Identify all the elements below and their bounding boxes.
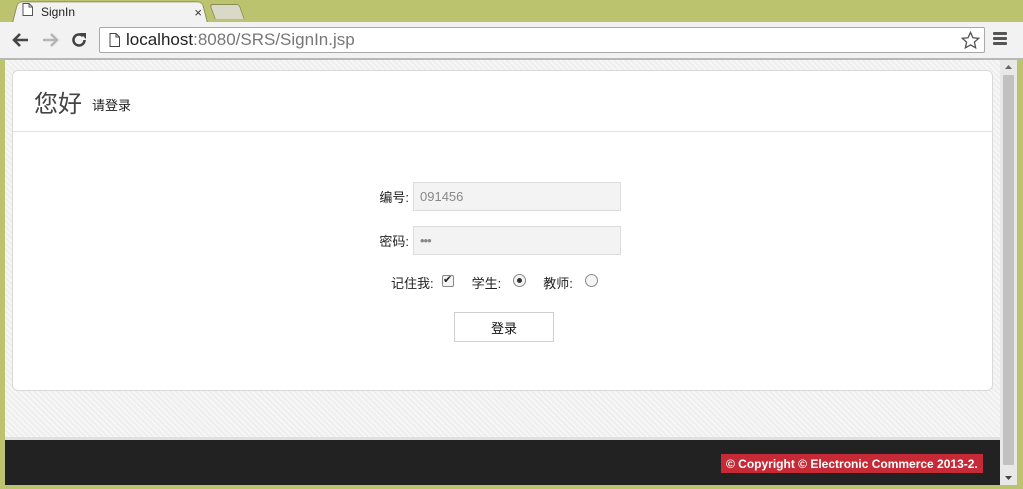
scroll-down-button[interactable] xyxy=(1000,471,1017,485)
forward-button[interactable] xyxy=(40,30,60,50)
back-arrow-icon xyxy=(12,33,28,47)
teacher-radio[interactable] xyxy=(584,274,598,287)
page-subtitle: 请登录 xyxy=(92,97,132,113)
checkmark-icon: ✔ xyxy=(443,274,453,286)
forward-arrow-icon xyxy=(43,33,59,47)
scroll-thumb[interactable] xyxy=(1003,75,1014,465)
student-label: 学生: xyxy=(471,276,502,291)
teacher-label: 教师: xyxy=(543,276,573,291)
back-button[interactable] xyxy=(11,30,31,50)
tab-strip: SignIn × xyxy=(0,0,1023,24)
id-input[interactable]: 091456 xyxy=(413,182,621,211)
close-tab-icon[interactable]: × xyxy=(194,6,202,19)
footer: © Copyright © Electronic Commerce 2013-2… xyxy=(5,437,1000,485)
url-path: :8080/SRS/SignIn.jsp xyxy=(193,30,355,49)
page-icon xyxy=(109,33,120,47)
login-panel: 您好 请登录 编号: 091456 密码: ••• 记住我: ✔ 学生: 教师:… xyxy=(12,70,993,391)
up-arrow-icon xyxy=(1005,65,1012,69)
login-button[interactable]: 登录 xyxy=(454,312,554,342)
scroll-up-button[interactable] xyxy=(1000,60,1017,74)
password-input[interactable]: ••• xyxy=(413,226,621,255)
password-label: 密码: xyxy=(379,234,409,249)
options-row: 记住我: ✔ 学生: 教师: xyxy=(391,273,598,292)
url-host: localhost xyxy=(126,30,194,49)
menu-icon[interactable] xyxy=(993,32,1007,48)
page-title: 您好 xyxy=(34,89,82,118)
new-tab-button[interactable] xyxy=(209,4,245,19)
tab-title: SignIn xyxy=(41,5,76,19)
copyright-badge: © Copyright © Electronic Commerce 2013-2… xyxy=(721,454,983,473)
panel-header: 您好 请登录 xyxy=(13,71,992,132)
password-row: 密码: ••• xyxy=(373,226,621,255)
down-arrow-icon xyxy=(1005,476,1012,480)
page-icon xyxy=(22,3,33,21)
browser-toolbar: localhost:8080/SRS/SignIn.jsp xyxy=(0,22,1023,59)
reload-icon xyxy=(72,33,86,47)
id-label: 编号: xyxy=(379,190,409,205)
address-bar[interactable]: localhost:8080/SRS/SignIn.jsp xyxy=(99,27,985,53)
tab-content[interactable]: SignIn × xyxy=(22,3,208,21)
remember-label: 记住我: xyxy=(391,276,434,291)
star-icon[interactable] xyxy=(960,30,981,50)
reload-button[interactable] xyxy=(69,30,89,50)
student-radio[interactable] xyxy=(513,274,527,287)
vertical-scrollbar[interactable] xyxy=(1000,60,1017,485)
id-row: 编号: 091456 xyxy=(373,182,621,211)
remember-checkbox[interactable]: ✔ xyxy=(441,274,454,287)
page-viewport: 您好 请登录 编号: 091456 密码: ••• 记住我: ✔ 学生: 教师:… xyxy=(5,60,1000,485)
